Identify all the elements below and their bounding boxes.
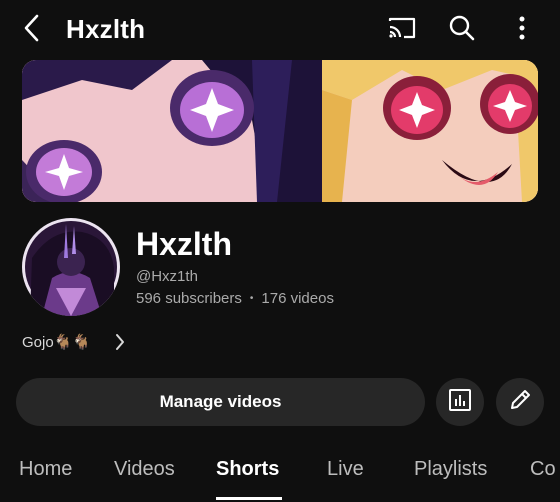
channel-description[interactable]: Gojo🐐🐐 bbox=[22, 330, 125, 354]
chevron-right-icon bbox=[115, 333, 125, 351]
tab-videos[interactable]: Videos bbox=[114, 458, 175, 481]
analytics-icon bbox=[448, 388, 472, 417]
search-button[interactable] bbox=[444, 12, 480, 48]
analytics-button[interactable] bbox=[436, 378, 484, 426]
more-vertical-icon bbox=[518, 15, 526, 46]
tab-shorts[interactable]: Shorts bbox=[216, 458, 279, 481]
search-icon bbox=[448, 14, 476, 47]
video-count: 176 videos bbox=[261, 290, 334, 307]
page-title: Hxzlth bbox=[66, 14, 146, 44]
channel-handle: @Hxz1th bbox=[136, 268, 198, 285]
chevron-left-icon bbox=[21, 13, 43, 48]
active-tab-indicator bbox=[216, 497, 282, 500]
tab-playlists[interactable]: Playlists bbox=[414, 458, 487, 481]
pencil-icon bbox=[508, 388, 532, 417]
avatar[interactable] bbox=[22, 218, 120, 316]
stats-separator: • bbox=[249, 293, 254, 304]
tab-community[interactable]: Co bbox=[530, 458, 556, 481]
channel-stats: 596 subscribers • 176 videos bbox=[136, 290, 334, 307]
channel-tabs: Home Videos Shorts Live Playlists Co bbox=[0, 448, 560, 502]
back-button[interactable] bbox=[14, 12, 50, 48]
channel-banner bbox=[22, 60, 538, 202]
cast-button[interactable] bbox=[384, 12, 420, 48]
more-options-button[interactable] bbox=[504, 12, 540, 48]
description-text: Gojo🐐🐐 bbox=[22, 334, 92, 351]
cast-icon bbox=[386, 15, 418, 46]
tab-live[interactable]: Live bbox=[327, 458, 364, 481]
subscriber-count: 596 subscribers bbox=[136, 290, 242, 307]
manage-videos-button[interactable]: Manage videos bbox=[16, 378, 425, 426]
edit-channel-button[interactable] bbox=[496, 378, 544, 426]
tab-home[interactable]: Home bbox=[19, 458, 72, 481]
top-app-bar: Hxzlth bbox=[0, 0, 560, 60]
channel-name: Hxzlth bbox=[136, 226, 232, 262]
